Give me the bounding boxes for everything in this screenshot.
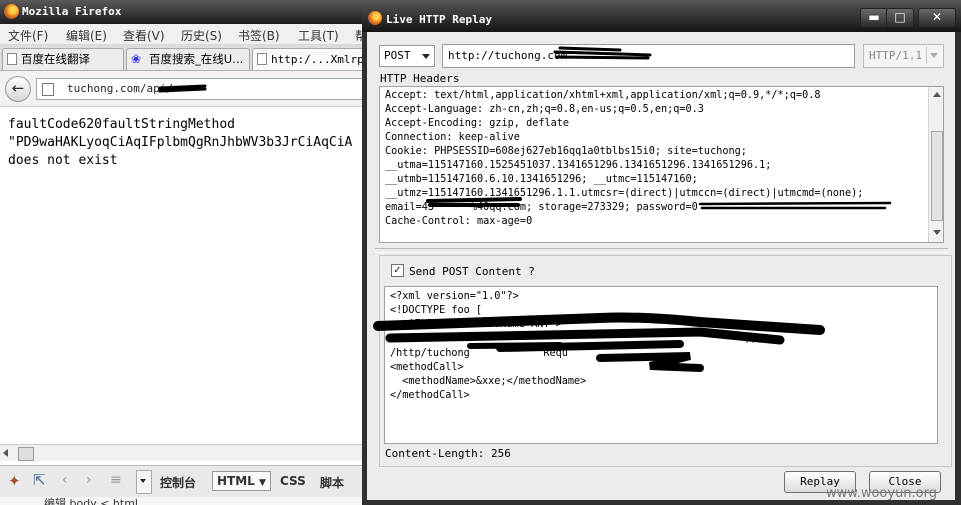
watermark: www.wooyun.org bbox=[826, 486, 938, 501]
redaction-scribbles bbox=[158, 46, 892, 372]
